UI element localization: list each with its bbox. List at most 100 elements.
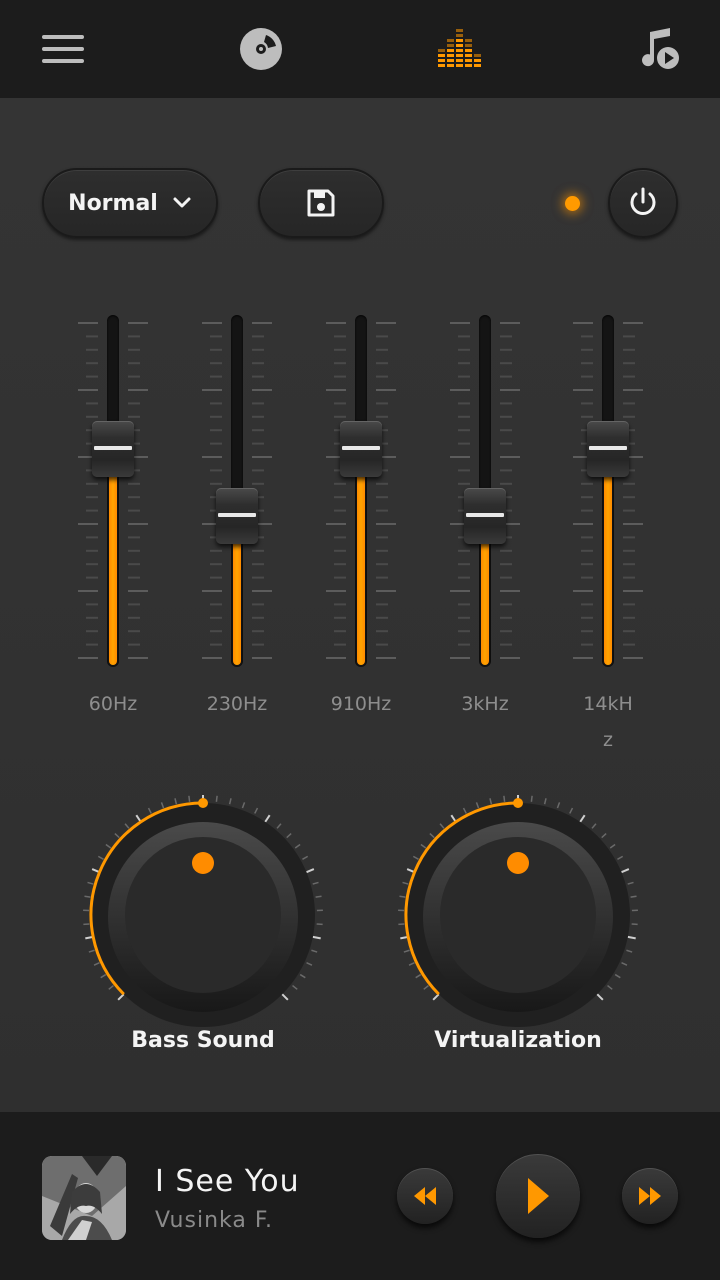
knob-tick (596, 993, 604, 1001)
virtualization-knob[interactable] (393, 790, 643, 1040)
knob-tick (228, 798, 232, 805)
knob-tick (241, 802, 246, 809)
band-label-910hz: 910Hz (330, 693, 392, 715)
knob-tick (579, 814, 586, 823)
equalizer-icon[interactable] (434, 24, 484, 74)
knob-tick (439, 823, 445, 829)
knob-tick (147, 807, 152, 814)
knob-tick (188, 795, 191, 802)
knob-tick (93, 962, 100, 966)
knob-tick (160, 802, 165, 809)
knob-arc-marker (513, 798, 523, 808)
knob-tick (97, 855, 104, 860)
knob-tick (306, 962, 313, 966)
knob-tick (124, 823, 130, 829)
save-preset-button[interactable] (258, 168, 384, 238)
knob-tick (614, 973, 621, 979)
knob-tick (87, 881, 94, 885)
knob-tick (420, 843, 427, 849)
knob-tick (475, 802, 480, 809)
knob-tick (569, 807, 574, 814)
knob-tick (292, 984, 298, 990)
power-icon (630, 187, 656, 215)
eq-slider-3khz[interactable] (450, 315, 520, 667)
music-note-play-icon[interactable] (634, 24, 684, 74)
knob-tick (423, 984, 429, 990)
knob-tick (302, 855, 309, 860)
knob-tick (607, 984, 613, 990)
knob-tick (627, 881, 634, 885)
knob-tick (621, 868, 630, 874)
knob-tick (294, 843, 301, 849)
knob-tick (88, 949, 95, 953)
song-artist: Vusinka F. (155, 1208, 273, 1233)
song-title: I See You (155, 1164, 300, 1199)
knob-tick (621, 962, 628, 966)
knob-tick (429, 832, 435, 839)
knob-tick (543, 798, 547, 805)
menu-icon[interactable] (38, 24, 88, 74)
knob-tick (306, 868, 315, 874)
rewind-icon (414, 1187, 436, 1205)
preset-label: Normal (68, 190, 158, 216)
knob-tick (312, 935, 321, 940)
knob-tick (264, 814, 271, 823)
knob-tick (626, 949, 633, 953)
preset-dropdown[interactable]: Normal (42, 168, 218, 238)
bass-sound-knob[interactable] (78, 790, 328, 1040)
knob-tick (627, 935, 636, 940)
slider-thumb[interactable] (464, 487, 506, 544)
virtualization-label: Virtualization (434, 1028, 602, 1053)
slider-fill (357, 448, 365, 665)
eq-slider-60hz[interactable] (78, 315, 148, 667)
knob-dial (398, 795, 638, 1027)
knob-tick (174, 798, 178, 805)
knob-tick (591, 823, 597, 829)
power-button[interactable] (608, 168, 678, 238)
knob-dial (83, 795, 323, 1027)
knob-tick (412, 855, 419, 860)
slider-thumb[interactable] (340, 420, 382, 477)
eq-slider-230hz[interactable] (202, 315, 272, 667)
knob-tick (399, 895, 406, 898)
top-nav-bar (0, 0, 720, 98)
band-label-230hz: 230Hz (206, 693, 268, 715)
knob-tick (254, 807, 259, 814)
slider-fill (604, 448, 612, 665)
eq-slider-910hz[interactable] (326, 315, 396, 667)
slider-thumb[interactable] (216, 487, 258, 544)
power-indicator-led (565, 196, 580, 211)
fast-forward-icon (639, 1187, 661, 1205)
disc-icon[interactable] (236, 24, 286, 74)
slider-thumb[interactable] (92, 420, 134, 477)
knob-tick (311, 949, 318, 953)
knob-tick (84, 895, 91, 898)
knob-tick (556, 802, 561, 809)
band-label-3khz: 3kHz (461, 693, 509, 715)
chevron-down-icon (173, 197, 191, 208)
knob-tick (114, 832, 120, 839)
knob-tick (503, 795, 506, 802)
rewind-button[interactable] (397, 1168, 453, 1224)
knob-tick (286, 832, 292, 839)
knob-tick (601, 832, 607, 839)
slider-thumb[interactable] (587, 420, 629, 477)
knob-tick (100, 973, 107, 979)
knob-tick (408, 962, 415, 966)
knob-indicator (507, 852, 529, 874)
fast-forward-button[interactable] (622, 1168, 678, 1224)
knob-tick (462, 807, 467, 814)
knob-tick (530, 795, 533, 802)
band-label-14khz: 14kHz (583, 693, 633, 751)
knob-tick (617, 855, 624, 860)
knob-tick (415, 973, 422, 979)
knob-tick (312, 881, 319, 885)
play-button[interactable] (496, 1154, 580, 1238)
slider-fill (109, 448, 117, 665)
knob-tick (105, 843, 112, 849)
bass-sound-label: Bass Sound (131, 1028, 275, 1053)
knob-tick (299, 973, 306, 979)
now-playing-bar: I See You Vusinka F. (0, 1112, 720, 1280)
album-cover[interactable] (42, 1156, 126, 1240)
eq-slider-14khz[interactable] (573, 315, 643, 667)
